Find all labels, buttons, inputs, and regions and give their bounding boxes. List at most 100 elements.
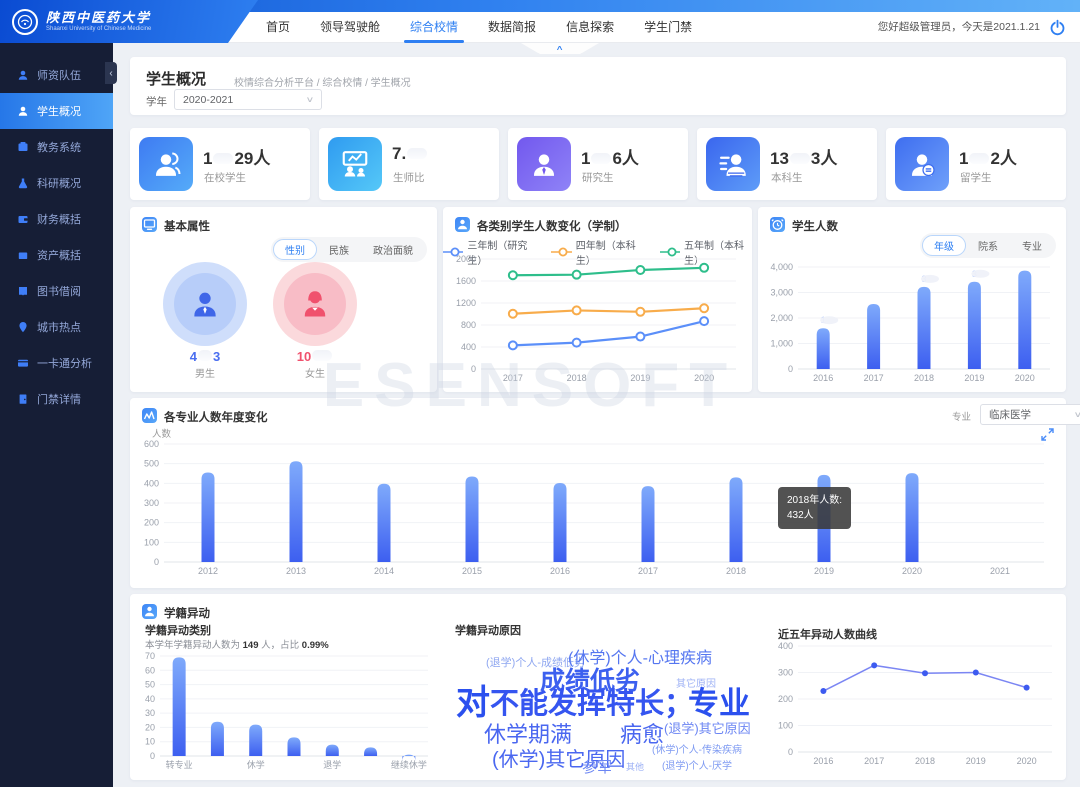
stat-card-在校学生[interactable]: 129人在校学生 <box>130 128 310 200</box>
page-title: 学生概况 <box>146 68 206 89</box>
svg-text:2016: 2016 <box>550 566 570 576</box>
stat-value: 129人 <box>203 144 270 169</box>
nav-item[interactable]: 领导驾驶舱 <box>320 12 380 43</box>
year-select[interactable]: 2020-2021 ∨ <box>174 89 322 110</box>
redacted-blur <box>312 350 332 361</box>
svg-text:60: 60 <box>145 665 155 675</box>
sidebar-item-label: 教务系统 <box>37 139 81 155</box>
change-reason-wordcloud[interactable]: (退学)个人-成绩低劣(休学)个人-心理疾病其它原因成绩低劣对不能发挥特长；专业… <box>450 634 760 774</box>
wordcloud-term: (休学)个人-传染疾病 <box>652 746 742 756</box>
svg-text:转专业: 转专业 <box>166 759 193 770</box>
stat-card-本科生[interactable]: 133人本科生 <box>697 128 877 200</box>
sidebar-item-资产概括[interactable]: 资产概括 <box>0 237 113 273</box>
tab-政治面貌[interactable]: 政治面貌 <box>361 239 425 260</box>
nav-collapse-tab[interactable]: ∧ <box>521 43 599 54</box>
wordcloud-term: 不能发挥特长； <box>490 690 693 719</box>
intl-icon <box>895 137 949 191</box>
svg-text:2020: 2020 <box>1015 373 1035 383</box>
tooltip-title: 2018年人数: <box>787 493 842 508</box>
svg-text:2019: 2019 <box>630 373 650 383</box>
svg-text:2017: 2017 <box>864 756 884 766</box>
svg-text:0: 0 <box>150 751 155 761</box>
sidebar-item-label: 资产概括 <box>37 247 81 263</box>
svg-text:4,000: 4,000 <box>770 262 793 272</box>
nav-item[interactable]: 信息探索 <box>566 12 614 43</box>
year-select-value: 2020-2021 <box>183 94 301 106</box>
person-icon <box>142 604 157 619</box>
basic-attributes-panel: 基本属性 性别民族政治面貌 43 男生 10 女生 <box>130 207 437 392</box>
logout-power-button[interactable] <box>1049 19 1066 36</box>
stat-label: 留学生 <box>960 170 992 185</box>
change-category-subtitle: 本学年学籍异动人数为 149 人，占比 0.99% <box>145 637 329 651</box>
svg-text:2015: 2015 <box>462 566 482 576</box>
wordcloud-term: 专业 <box>688 688 750 719</box>
sidebar-item-师资队伍[interactable]: 师资队伍 <box>0 57 113 93</box>
svg-text:2,000: 2,000 <box>770 313 793 323</box>
nav-item[interactable]: 数据简报 <box>488 12 536 43</box>
svg-text:继续休学: 继续休学 <box>391 759 427 770</box>
tab-院系[interactable]: 院系 <box>966 235 1010 256</box>
sidebar-item-一卡通分析[interactable]: 一卡通分析 <box>0 345 113 381</box>
svg-text:2020: 2020 <box>1017 756 1037 766</box>
sidebar-item-城市热点[interactable]: 城市热点 <box>0 309 113 345</box>
nav-item[interactable]: 首页 <box>266 12 290 43</box>
stat-value: 7. <box>392 144 428 164</box>
sidebar-item-教务系统[interactable]: 教务系统 <box>0 129 113 165</box>
university-emblem-icon <box>12 9 38 35</box>
stat-value: 12人 <box>959 144 1017 169</box>
breadcrumb: 校情综合分析平台 / 综合校情 / 学生概况 <box>234 74 411 89</box>
category-change-chart[interactable]: 04008001200160020002017201820192020 <box>449 253 746 390</box>
svg-text:2018: 2018 <box>567 373 587 383</box>
wordcloud-term: 病愈 <box>620 724 664 746</box>
svg-text:300: 300 <box>144 498 159 508</box>
research-icon <box>17 177 29 189</box>
stat-card-生师比[interactable]: 7.生师比 <box>319 128 499 200</box>
tab-性别[interactable]: 性别 <box>273 239 317 260</box>
sidebar-item-图书借阅[interactable]: 图书借阅 <box>0 273 113 309</box>
svg-text:2016: 2016 <box>813 756 833 766</box>
sidebar-item-label: 财务概括 <box>37 211 81 227</box>
major-select[interactable]: 临床医学 ∨ <box>980 404 1080 425</box>
wave-chart-icon <box>142 408 157 423</box>
nav-item[interactable]: 学生门禁 <box>644 12 692 43</box>
svg-text:2016: 2016 <box>813 373 833 383</box>
svg-text:10: 10 <box>145 737 155 747</box>
student-count-panel: 学生人数 年级院系专业 01,0002,0003,0004,0002016201… <box>758 207 1066 392</box>
sidebar-item-科研概况[interactable]: 科研概况 <box>0 165 113 201</box>
sidebar-item-学生概况[interactable]: 学生概况 <box>0 93 113 129</box>
female-icon <box>298 287 332 321</box>
stat-card-研究生[interactable]: 16人研究生 <box>508 128 688 200</box>
wordcloud-term: (退学)其它原因 <box>664 722 751 735</box>
tab-民族[interactable]: 民族 <box>317 239 361 260</box>
male-count: 43 <box>163 349 247 364</box>
major-yearly-chart[interactable]: 0100200300400500600201220132014201520162… <box>138 436 1058 585</box>
top-header: 陕西中医药大学 Shaanxi University of Chinese Me… <box>0 0 1080 43</box>
sidebar-item-label: 一卡通分析 <box>37 355 92 371</box>
sidebar: 师资队伍学生概况教务系统科研概况财务概括资产概括图书借阅城市热点一卡通分析门禁详… <box>0 43 113 787</box>
sidebar-item-财务概括[interactable]: 财务概括 <box>0 201 113 237</box>
sidebar-item-门禁详情[interactable]: 门禁详情 <box>0 381 113 417</box>
student-count-title: 学生人数 <box>792 218 838 234</box>
svg-text:2018: 2018 <box>914 373 934 383</box>
five-year-trend-chart[interactable]: 010020030040020162017201820192020 <box>770 640 1062 773</box>
svg-text:70: 70 <box>145 652 155 661</box>
basic-attributes-title: 基本属性 <box>164 218 210 234</box>
stat-value: 16人 <box>581 144 639 169</box>
change-category-chart[interactable]: 010203040506070转专业休学退学继续休学 <box>138 652 438 775</box>
tab-专业[interactable]: 专业 <box>1010 235 1054 256</box>
nav-item[interactable]: 综合校情 <box>410 12 458 43</box>
svg-text:2013: 2013 <box>286 566 306 576</box>
svg-text:200: 200 <box>778 694 793 704</box>
clock-icon <box>770 217 785 232</box>
major-select-label: 专业 <box>952 409 971 423</box>
status-change-panel: 学籍异动 学籍异动类别 本学年学籍异动人数为 149 人，占比 0.99% 01… <box>130 594 1066 780</box>
svg-text:500: 500 <box>144 459 159 469</box>
student-count-chart[interactable]: 01,0002,0003,0004,0002016201720182019202… <box>764 259 1060 390</box>
status-change-title: 学籍异动 <box>164 605 210 621</box>
tab-年级[interactable]: 年级 <box>922 235 966 256</box>
stat-card-留学生[interactable]: 12人留学生 <box>886 128 1066 200</box>
chevron-down-icon: ∨ <box>306 95 315 104</box>
svg-text:300: 300 <box>778 668 793 678</box>
svg-text:400: 400 <box>778 641 793 651</box>
sidebar-collapse-button[interactable]: ‹ <box>105 62 117 84</box>
